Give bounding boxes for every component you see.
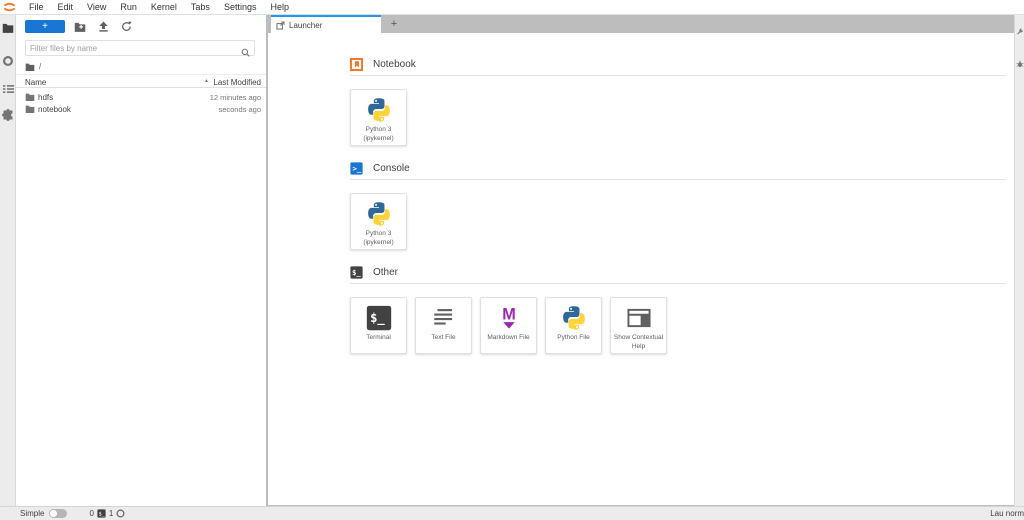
extension-manager-icon[interactable] bbox=[2, 109, 14, 121]
svg-text:$_: $_ bbox=[352, 267, 361, 276]
file-list-header: Name ▲ Last Modified bbox=[16, 74, 266, 88]
running-sessions-icon[interactable] bbox=[2, 55, 14, 67]
new-launcher-button[interactable]: + bbox=[25, 20, 65, 33]
terminal-icon: $_ bbox=[350, 266, 363, 279]
folder-icon bbox=[25, 93, 35, 103]
menu-view[interactable]: View bbox=[80, 0, 113, 14]
menu-help[interactable]: Help bbox=[263, 0, 296, 14]
section-title: Notebook bbox=[373, 59, 416, 70]
file-modified: 12 minutes ago bbox=[210, 93, 261, 102]
section-divider bbox=[350, 179, 1006, 180]
launcher-card-show-contextual-help[interactable]: Show Contextual Help bbox=[610, 297, 667, 354]
card-label: Markdown File bbox=[483, 334, 535, 343]
new-tab-button[interactable]: + bbox=[381, 15, 407, 33]
contextual-help-icon bbox=[626, 303, 652, 333]
card-label: Show Contextual Help bbox=[613, 334, 665, 352]
svg-text:>_: >_ bbox=[352, 163, 361, 172]
notebook-icon bbox=[350, 58, 363, 71]
left-sidebar bbox=[0, 15, 16, 506]
launcher-card-terminal[interactable]: $_ Terminal bbox=[350, 297, 407, 354]
file-row-hdfs[interactable]: hdfs 12 minutes ago bbox=[16, 91, 266, 103]
file-modified: seconds ago bbox=[218, 105, 261, 114]
jupyter-logo-icon bbox=[3, 2, 16, 13]
section-divider bbox=[350, 75, 1006, 76]
card-label: Python 3 (ipykernel) bbox=[353, 230, 405, 248]
section-header-notebook: Notebook bbox=[350, 57, 1006, 71]
text-file-icon bbox=[431, 303, 457, 333]
section-header-other: $_ Other bbox=[350, 265, 1006, 279]
menu-tabs[interactable]: Tabs bbox=[184, 0, 217, 14]
terminal-icon: $_ bbox=[366, 303, 392, 333]
kernel-terminal-counts[interactable]: 0 $_ 1 bbox=[89, 509, 125, 518]
card-label: Python 3 (ipykernel) bbox=[353, 126, 405, 144]
menu-kernel[interactable]: Kernel bbox=[144, 0, 184, 14]
refresh-icon[interactable] bbox=[120, 20, 133, 33]
svg-text:M: M bbox=[502, 306, 516, 324]
markdown-icon: M bbox=[496, 303, 522, 333]
menu-bar: File Edit View Run Kernel Tabs Settings … bbox=[0, 0, 1024, 15]
launcher-icon bbox=[276, 21, 285, 30]
debugger-icon[interactable] bbox=[1016, 55, 1024, 63]
search-icon bbox=[241, 44, 250, 62]
toggle-knob bbox=[50, 510, 57, 517]
tab-launcher[interactable]: Launcher bbox=[271, 15, 381, 33]
upload-icon[interactable] bbox=[97, 20, 110, 33]
new-folder-icon[interactable] bbox=[73, 20, 86, 33]
main-dock-panel: Launcher + Notebook bbox=[266, 15, 1014, 506]
property-inspector-icon[interactable] bbox=[1016, 23, 1024, 31]
launcher-card-text-file[interactable]: Text File bbox=[415, 297, 472, 354]
kernels-count: 1 bbox=[109, 509, 113, 518]
card-label: Text File bbox=[418, 334, 470, 343]
python-logo-icon bbox=[366, 199, 392, 229]
launcher-card-python-file[interactable]: Python File bbox=[545, 297, 602, 354]
jupyterlab-window: File Edit View Run Kernel Tabs Settings … bbox=[0, 0, 1024, 520]
tab-label: Launcher bbox=[289, 21, 322, 30]
launcher: Notebook Python 3 (ipykernel) bbox=[268, 33, 1014, 354]
section-title: Other bbox=[373, 267, 398, 278]
folder-icon bbox=[25, 105, 35, 115]
menu-settings[interactable]: Settings bbox=[217, 0, 264, 14]
status-right-text: Lau norm bbox=[990, 509, 1024, 518]
python-logo-icon bbox=[561, 303, 587, 333]
breadcrumb[interactable]: / bbox=[25, 62, 41, 71]
file-name: notebook bbox=[38, 105, 71, 114]
tab-bar: Launcher + bbox=[268, 15, 1014, 33]
launcher-card-console-python3[interactable]: Python 3 (ipykernel) bbox=[350, 193, 407, 250]
sort-ascending-icon[interactable]: ▲ bbox=[204, 78, 209, 84]
simple-mode-label: Simple bbox=[20, 509, 44, 518]
filter-files-field[interactable] bbox=[25, 40, 255, 56]
card-label: Python File bbox=[548, 334, 600, 343]
column-name[interactable]: Name bbox=[25, 78, 46, 87]
column-last-modified[interactable]: Last Modified bbox=[213, 78, 261, 87]
kernel-status-icon bbox=[116, 509, 125, 518]
table-of-contents-icon[interactable] bbox=[2, 83, 14, 95]
file-browser-panel: + bbox=[16, 15, 266, 506]
card-label: Terminal bbox=[353, 334, 405, 343]
menu-file[interactable]: File bbox=[22, 0, 51, 14]
console-icon: >_ bbox=[350, 162, 363, 175]
file-row-notebook[interactable]: notebook seconds ago bbox=[16, 103, 266, 115]
terminals-count: 0 bbox=[89, 509, 93, 518]
file-browser-icon[interactable] bbox=[2, 22, 14, 34]
menu-edit[interactable]: Edit bbox=[51, 0, 81, 14]
right-sidebar bbox=[1014, 15, 1024, 506]
svg-text:$_: $_ bbox=[98, 511, 105, 517]
file-name: hdfs bbox=[38, 93, 53, 102]
python-logo-icon bbox=[366, 95, 392, 125]
section-title: Console bbox=[373, 163, 410, 174]
launcher-card-notebook-python3[interactable]: Python 3 (ipykernel) bbox=[350, 89, 407, 146]
home-folder-icon bbox=[25, 63, 35, 71]
section-divider bbox=[350, 283, 1006, 284]
terminal-status-icon: $_ bbox=[97, 509, 106, 518]
launcher-card-markdown-file[interactable]: M Markdown File bbox=[480, 297, 537, 354]
filter-files-input[interactable] bbox=[30, 42, 238, 54]
simple-mode-toggle[interactable] bbox=[49, 509, 67, 518]
status-bar: Simple 0 $_ 1 Lau norm bbox=[0, 506, 1024, 520]
breadcrumb-path: / bbox=[39, 62, 41, 71]
svg-text:$_: $_ bbox=[370, 311, 385, 326]
section-header-console: >_ Console bbox=[350, 161, 1006, 175]
menu-run[interactable]: Run bbox=[113, 0, 144, 14]
